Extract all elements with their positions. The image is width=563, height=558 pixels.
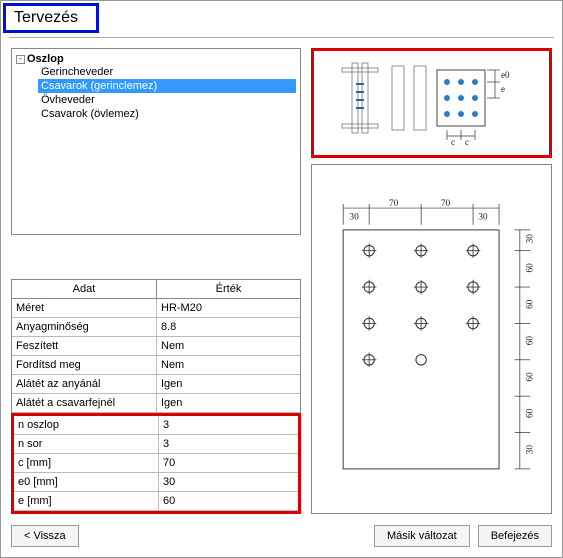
dim-right-6: 30: [525, 445, 535, 455]
dim-top-2: 70: [441, 199, 451, 209]
row-c[interactable]: c [mm]70: [14, 454, 298, 473]
finish-button[interactable]: Befejezés: [478, 525, 552, 547]
tree-item-csavarok-gerinclemez[interactable]: Csavarok (gerinclemez): [38, 79, 296, 93]
tree-item-csavarok-ovlemez[interactable]: Csavarok (övlemez): [38, 107, 296, 121]
dim-label-c1: c: [451, 137, 455, 147]
dim-right-2: 60: [525, 299, 535, 309]
dim-right-5: 60: [525, 408, 535, 418]
row-alatet-csavarfejnel[interactable]: Alátét a csavarfejnélIgen: [12, 394, 300, 413]
dim-top-3: 30: [478, 213, 488, 223]
dim-top-1: 70: [389, 199, 399, 209]
dim-right-1: 60: [525, 263, 535, 273]
col-header-adat: Adat: [12, 280, 157, 298]
row-e[interactable]: e [mm]60: [14, 492, 298, 511]
row-forditsd-meg[interactable]: Fordítsd megNem: [12, 356, 300, 375]
back-button[interactable]: < Vissza: [11, 525, 79, 547]
row-anyagminoseg[interactable]: Anyagminőség8.8: [12, 318, 300, 337]
col-header-ertek: Érték: [157, 280, 300, 298]
row-feszitett[interactable]: FeszítettNem: [12, 337, 300, 356]
dim-label-e0: e0: [501, 70, 510, 80]
property-table-highlighted: n oszlop3 n sor3 c [mm]70 e0 [mm]30 e [m…: [11, 413, 301, 514]
row-e0[interactable]: e0 [mm]30: [14, 473, 298, 492]
tree-view: - Oszlop Gerincheveder Csavarok (gerincl…: [11, 48, 301, 235]
row-alatet-anyanal[interactable]: Alátét az anyánálIgen: [12, 375, 300, 394]
dim-top-0: 30: [349, 213, 359, 223]
tree-item-ovheveder[interactable]: Övheveder: [38, 93, 296, 107]
tree-root-oszlop[interactable]: Oszlop: [27, 53, 64, 65]
tree-item-gerincheveder[interactable]: Gerincheveder: [38, 65, 296, 79]
preview-side-view: e0 e c c: [311, 48, 552, 158]
row-n-sor[interactable]: n sor3: [14, 435, 298, 454]
tree-collapse-icon[interactable]: -: [16, 55, 25, 64]
page-title: Tervezés: [3, 3, 99, 33]
preview-plate-layout: 30 70 70 30: [311, 164, 552, 514]
dim-right-4: 60: [525, 372, 535, 382]
property-table-upper: Adat Érték MéretHR-M20 Anyagminőség8.8 F…: [11, 279, 301, 413]
dim-right-3: 60: [525, 336, 535, 346]
another-variant-button[interactable]: Másik változat: [374, 525, 470, 547]
dim-label-c2: c: [465, 137, 469, 147]
dim-label-e: e: [501, 84, 505, 94]
row-n-oszlop[interactable]: n oszlop3: [14, 416, 298, 435]
row-meret[interactable]: MéretHR-M20: [12, 299, 300, 318]
dim-right-0: 30: [525, 234, 535, 244]
